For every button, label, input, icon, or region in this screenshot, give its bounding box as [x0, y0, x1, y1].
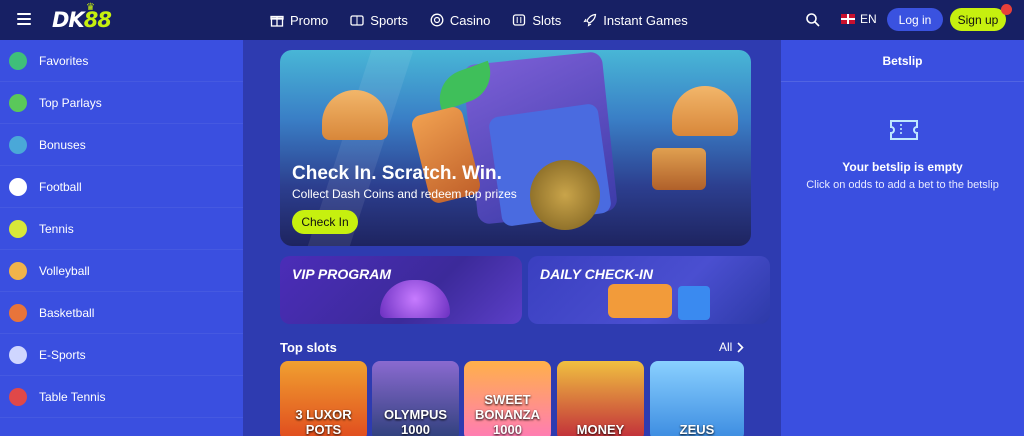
betslip-panel: Betslip Your betslip is empty Click on o… [781, 40, 1024, 436]
hero-banner[interactable]: Check In. Scratch. Win. Collect Dash Coi… [280, 50, 751, 246]
nav-sports-label: Sports [370, 12, 408, 28]
slot-name: 3 LUXOR POTS [295, 407, 352, 436]
sidebar-item-label: Tennis [39, 221, 74, 236]
all-label: All [719, 340, 733, 354]
sidebar-item-basketball[interactable]: Basketball [0, 292, 243, 334]
vip-program-title: VIP PROGRAM [292, 266, 392, 282]
ticket-icon [890, 120, 918, 140]
nav-casino-label: Casino [449, 12, 491, 28]
logo-letters: DK [52, 8, 85, 32]
language-selector[interactable]: EN [841, 12, 877, 26]
sidebar-item-e-sports[interactable]: E-Sports [0, 334, 243, 376]
sidebar-item-table-tennis[interactable]: Table Tennis [0, 376, 243, 418]
slot-name: ZEUS [679, 422, 715, 436]
uk-flag-icon [841, 14, 855, 24]
gift-icon [270, 15, 284, 27]
crown-icon: ♛ [86, 2, 95, 13]
volleyball-icon [9, 261, 27, 280]
rocket-icon [583, 13, 597, 27]
sidebar-item-label: Volleyball [39, 263, 90, 278]
slot-card[interactable]: 3 LUXOR POTS [280, 361, 367, 436]
sidebar-item-label: Table Tennis [39, 389, 106, 404]
main-nav: Promo Sports Casino Slots Instant Games [270, 0, 688, 40]
logo[interactable]: DK88 ♛ [52, 2, 112, 32]
top-slots-all-link[interactable]: All [719, 340, 744, 354]
gift-badge-icon [1001, 4, 1012, 15]
top-header: DK88 ♛ Promo Sports Casino Slots Instant… [0, 0, 1024, 40]
nav-instant-games-label: Instant Games [603, 12, 688, 28]
sidebar-item-tennis[interactable]: Tennis [0, 208, 243, 250]
slot-machine-icon [513, 14, 526, 26]
betslip-empty-title: Your betslip is empty [842, 160, 963, 174]
sidebar-item-volleyball[interactable]: Volleyball [0, 250, 243, 292]
betslip-empty-hint: Click on odds to add a bet to the betsli… [806, 179, 999, 191]
gamepad-icon [9, 345, 27, 364]
sidebar-item-favorites[interactable]: Favorites [0, 40, 243, 82]
slot-card[interactable]: SWEET BONANZA 1000 [464, 361, 551, 436]
daily-check-in-card[interactable]: DAILY CHECK-IN [528, 256, 770, 324]
check-in-button[interactable]: Check In [292, 210, 358, 234]
hero-title: Check In. Scratch. Win. [292, 163, 502, 184]
sidebar-item-bonuses[interactable]: Bonuses [0, 124, 243, 166]
signup-button[interactable]: Sign up [950, 8, 1006, 31]
nav-promo[interactable]: Promo [270, 13, 328, 28]
scoreboard-icon [350, 15, 364, 26]
language-label: EN [860, 12, 877, 26]
nav-promo-label: Promo [290, 12, 329, 28]
sidebar-item-football[interactable]: Football [0, 166, 243, 208]
chip-icon [430, 13, 444, 27]
basketball-icon [9, 303, 27, 322]
main-content: Check In. Scratch. Win. Collect Dash Coi… [243, 40, 781, 436]
top-slots-title: Top slots [280, 340, 337, 355]
crown-illustration [380, 280, 450, 318]
chevron-right-icon [737, 341, 744, 353]
sidebar-item-label: Favorites [39, 53, 89, 68]
nav-sports[interactable]: Sports [350, 13, 408, 28]
vip-program-card[interactable]: VIP PROGRAM [280, 256, 522, 324]
login-button[interactable]: Log in [887, 8, 943, 31]
search-icon[interactable] [805, 12, 821, 28]
sports-sidebar: Favorites Top Parlays Bonuses Football Tenni… [0, 40, 243, 436]
sidebar-item-label: Football [39, 179, 82, 194]
globe-icon [9, 135, 27, 154]
slot-name: SWEET BONANZA 1000 [475, 392, 540, 436]
gift-box-illustration [652, 148, 706, 190]
sidebar-item-label: Bonuses [39, 137, 86, 152]
nav-instant-games[interactable]: Instant Games [583, 13, 688, 28]
favorites-icon [9, 51, 27, 70]
stack-icon [9, 93, 27, 112]
sidebar-item-label: Basketball [39, 305, 95, 320]
daily-check-in-title: DAILY CHECK-IN [540, 266, 654, 282]
slot-name: MONEY [576, 422, 625, 436]
gift-illustration [678, 286, 710, 320]
slot-card[interactable]: MONEY [557, 361, 644, 436]
calendar-illustration [608, 284, 672, 318]
tennis-ball-icon [9, 219, 27, 238]
slot-card[interactable]: ZEUS [650, 361, 744, 436]
menu-icon[interactable] [17, 13, 31, 25]
slot-name: OLYMPUS 1000 [383, 407, 448, 436]
coin-illustration [530, 160, 600, 230]
nav-slots[interactable]: Slots [512, 13, 561, 28]
sidebar-item-label: Top Parlays [39, 95, 102, 110]
betslip-title: Betslip [781, 40, 1024, 82]
parachute-right-icon [672, 86, 738, 136]
hero-subtitle: Collect Dash Coins and redeem top prizes [292, 187, 517, 201]
slot-card[interactable]: OLYMPUS 1000 [372, 361, 459, 436]
sidebar-item-top-parlays[interactable]: Top Parlays [0, 82, 243, 124]
ping-pong-icon [9, 387, 27, 406]
nav-casino[interactable]: Casino [430, 13, 490, 28]
nav-slots-label: Slots [532, 12, 562, 28]
sidebar-item-label: E-Sports [39, 347, 86, 362]
football-icon [9, 177, 27, 196]
